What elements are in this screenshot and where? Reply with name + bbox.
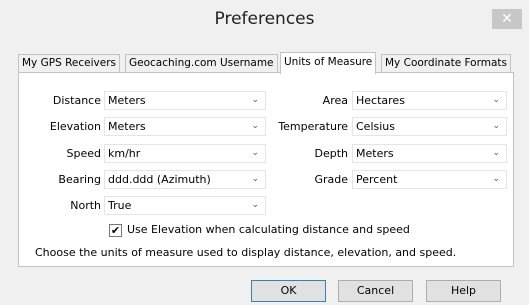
tab-units-of-measure[interactable]: Units of Measure bbox=[280, 52, 377, 74]
depth-value: Meters bbox=[356, 147, 394, 160]
temperature-value: Celsius bbox=[356, 120, 395, 133]
speed-value: km/hr bbox=[108, 147, 141, 160]
elevation-value: Meters bbox=[108, 120, 146, 133]
help-button[interactable]: Help bbox=[426, 280, 501, 302]
chevron-down-icon: ⌄ bbox=[251, 148, 259, 158]
distance-select[interactable]: Meters ⌄ bbox=[104, 91, 266, 110]
chevron-down-icon: ⌄ bbox=[251, 174, 259, 184]
area-select[interactable]: Hectares ⌄ bbox=[352, 91, 507, 110]
close-icon: ✕ bbox=[501, 11, 513, 27]
chevron-down-icon: ⌄ bbox=[492, 95, 500, 105]
window-title: Preferences bbox=[214, 9, 315, 29]
grade-value: Percent bbox=[356, 173, 398, 186]
bearing-label: Bearing bbox=[58, 173, 101, 186]
tab-geocaching-username[interactable]: Geocaching.com Username bbox=[125, 54, 278, 73]
close-button[interactable]: ✕ bbox=[492, 9, 522, 29]
chevron-down-icon: ⌄ bbox=[251, 200, 259, 210]
use-elevation-label[interactable]: Use Elevation when calculating distance … bbox=[127, 222, 410, 238]
depth-select[interactable]: Meters ⌄ bbox=[352, 144, 507, 163]
grade-label: Grade bbox=[314, 173, 348, 186]
distance-label: Distance bbox=[52, 94, 101, 107]
tab-my-coordinate-formats[interactable]: My Coordinate Formats bbox=[381, 54, 511, 73]
north-select[interactable]: True ⌄ bbox=[104, 196, 266, 215]
checkmark-icon: ✔ bbox=[110, 224, 121, 237]
chevron-down-icon: ⌄ bbox=[492, 148, 500, 158]
temperature-select[interactable]: Celsius ⌄ bbox=[352, 117, 507, 136]
bearing-value: ddd.ddd (Azimuth) bbox=[108, 173, 211, 186]
tab-my-gps-receivers[interactable]: My GPS Receivers bbox=[18, 54, 120, 73]
temperature-label: Temperature bbox=[278, 120, 348, 133]
speed-select[interactable]: km/hr ⌄ bbox=[104, 144, 266, 163]
depth-label: Depth bbox=[314, 147, 348, 160]
cancel-button[interactable]: Cancel bbox=[338, 280, 413, 302]
north-value: True bbox=[108, 199, 132, 212]
grade-select[interactable]: Percent ⌄ bbox=[352, 170, 507, 189]
bearing-select[interactable]: ddd.ddd (Azimuth) ⌄ bbox=[104, 170, 266, 189]
chevron-down-icon: ⌄ bbox=[492, 174, 500, 184]
chevron-down-icon: ⌄ bbox=[251, 95, 259, 105]
chevron-down-icon: ⌄ bbox=[251, 121, 259, 131]
area-value: Hectares bbox=[356, 94, 405, 107]
chevron-down-icon: ⌄ bbox=[492, 121, 500, 131]
area-label: Area bbox=[322, 94, 348, 107]
ok-button[interactable]: OK bbox=[251, 280, 326, 302]
units-hint-text: Choose the units of measure used to disp… bbox=[35, 246, 457, 259]
elevation-label: Elevation bbox=[49, 120, 101, 133]
title-bar: Preferences ✕ bbox=[0, 0, 529, 42]
distance-value: Meters bbox=[108, 94, 146, 107]
elevation-select[interactable]: Meters ⌄ bbox=[104, 117, 266, 136]
use-elevation-checkbox[interactable]: ✔ bbox=[109, 224, 122, 237]
north-label: North bbox=[70, 199, 101, 212]
speed-label: Speed bbox=[66, 147, 101, 160]
